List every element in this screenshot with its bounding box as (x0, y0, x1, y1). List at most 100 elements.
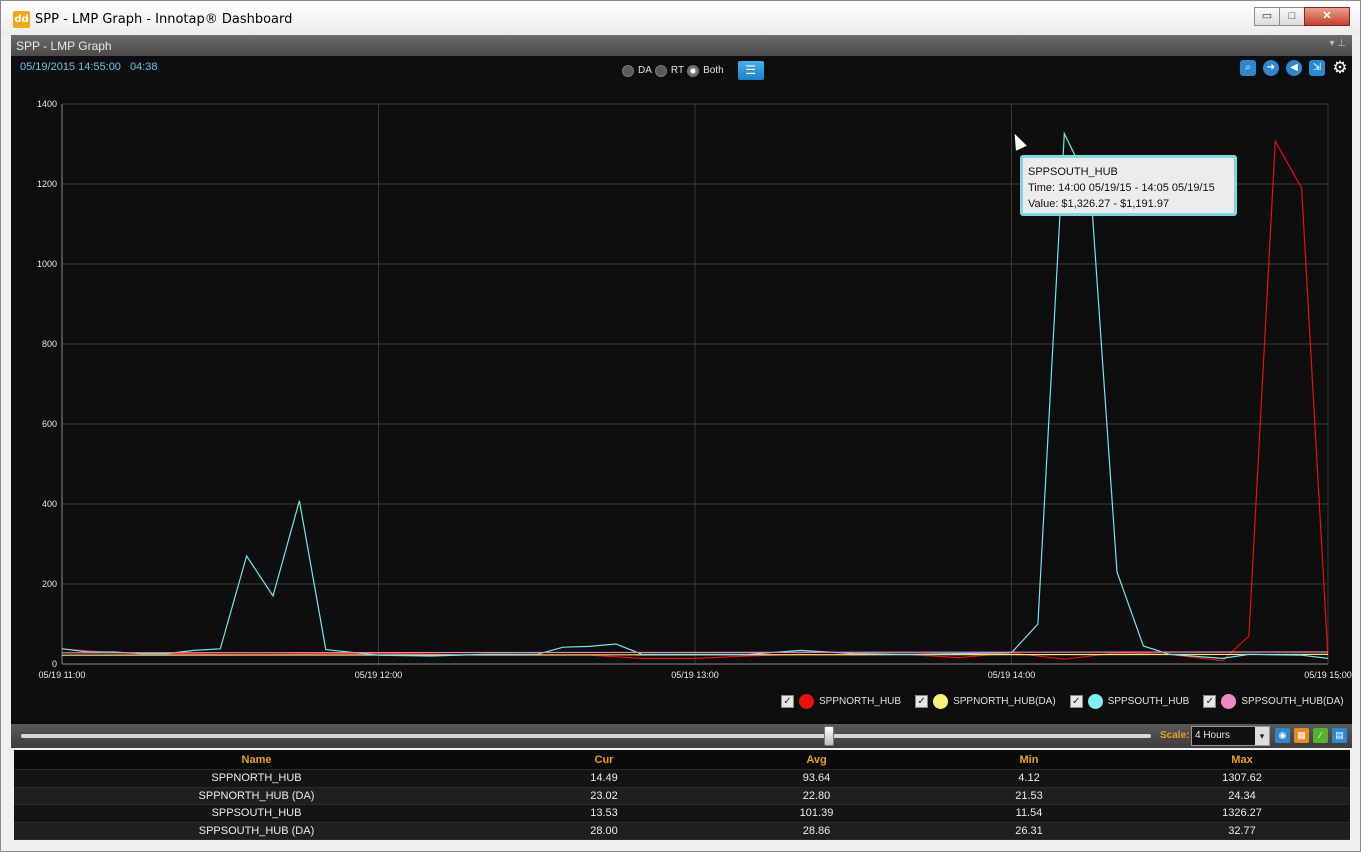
legend-item-sppsouth-hub-da[interactable]: ✓ SPPSOUTH_HUB(DA) (1203, 694, 1344, 709)
cell-min: 26.31 (1015, 825, 1043, 838)
tooltip-time: Time: 14:00 05/19/15 - 14:05 05/19/15 (1028, 182, 1215, 194)
y-tick-label: 800 (42, 339, 57, 349)
column-header-cur[interactable]: Cur (499, 754, 709, 766)
refresh-countdown: 04:38 (130, 61, 158, 73)
cell-max: 1326.27 (1222, 807, 1262, 820)
cell-avg: 28.86 (802, 825, 831, 838)
toolbar: ⌕ ➜ ◀ ⇲ ⚙ (1233, 59, 1348, 76)
table-header: Name Cur Avg Min Max (14, 750, 1350, 770)
app-logo-icon: dd (13, 11, 30, 28)
cell-cur: 13.53 (590, 807, 618, 820)
panel-icon[interactable]: ▤ (1332, 728, 1347, 743)
current-datetime: 05/19/2015 14:55:00 (20, 61, 121, 73)
arrow-right-icon[interactable]: ➜ (1263, 60, 1279, 76)
column-header-max[interactable]: Max (1134, 754, 1350, 766)
x-tick-label: 05/19 14:00 (988, 670, 1036, 680)
y-tick-label: 1200 (37, 179, 57, 189)
scale-selected-value: 4 Hours (1195, 730, 1231, 741)
x-tick-label: 05/19 12:00 (355, 670, 403, 680)
legend-label: SPPNORTH_HUB(DA) (953, 696, 1056, 707)
chevron-down-icon[interactable]: ▾ (1255, 727, 1269, 745)
tooltip-value: Value: $1,326.27 - $1,191.97 (1028, 198, 1170, 210)
app-window: dd SPP - LMP Graph - Innotap® Dashboard … (0, 0, 1361, 852)
cell-name: SPPSOUTH_HUB (211, 807, 302, 820)
legend-checkbox[interactable]: ✓ (1203, 695, 1217, 708)
legend-item-sppnorth-hub[interactable]: ✓ SPPNORTH_HUB (781, 694, 901, 709)
cell-cur: 23.02 (590, 789, 618, 802)
minimize-button[interactable]: ▭ (1254, 7, 1280, 26)
speaker-icon[interactable]: ◀ (1286, 60, 1302, 76)
cell-min: 11.54 (1015, 807, 1043, 820)
mode-rt-label: RT (670, 65, 685, 76)
legend-swatch (933, 694, 949, 709)
grid-icon[interactable]: ▦ (1294, 728, 1309, 743)
view-icon[interactable]: ◉ (1275, 728, 1290, 743)
cell-name: SPPNORTH_HUB (DA) (198, 789, 315, 802)
legend-swatch (799, 694, 814, 709)
scale-bar: Scale: 4 Hours ▾ ◉ ▦ ∕ ▤ (11, 724, 1352, 748)
column-header-name[interactable]: Name (14, 754, 499, 766)
legend-swatch (1221, 694, 1237, 709)
close-button[interactable]: ✕ (1304, 7, 1350, 26)
panel-pin-icon[interactable]: ▾ ⊥ (1329, 38, 1346, 49)
mode-selector: DA RT Both ☰ (619, 61, 764, 80)
y-tick-label: 200 (42, 579, 57, 589)
panel-header: SPP - LMP Graph ▾ ⊥ (11, 35, 1352, 56)
mode-rt-radio[interactable] (654, 64, 667, 77)
window-title: SPP - LMP Graph - Innotap® Dashboard (35, 12, 293, 27)
timestamp: 05/19/2015 14:55:00 04:38 (20, 61, 164, 73)
mode-da-label: DA (638, 65, 652, 76)
legend-label: SPPSOUTH_HUB(DA) (1241, 696, 1344, 707)
cell-min: 21.53 (1015, 789, 1043, 802)
x-tick-label: 05/19 13:00 (671, 670, 719, 680)
y-tick-label: 1000 (37, 259, 57, 269)
legend-checkbox[interactable]: ✓ (1069, 695, 1083, 708)
cell-avg: 101.39 (799, 807, 834, 820)
cell-name: SPPNORTH_HUB (211, 772, 302, 785)
y-tick-label: 0 (52, 659, 57, 669)
legend-label: SPPNORTH_HUB (819, 696, 902, 707)
chart-legend: ✓ SPPNORTH_HUB ✓ SPPNORTH_HUB(DA) ✓ SPPS… (781, 694, 1358, 709)
maximize-button[interactable]: □ (1279, 7, 1305, 26)
gear-icon[interactable]: ⚙ (1332, 59, 1348, 76)
table-row[interactable]: SPPNORTH_HUB (DA) 23.02 22.80 21.53 24.3… (14, 787, 1350, 806)
cell-cur: 14.49 (590, 772, 618, 785)
cell-max: 1307.62 (1222, 772, 1262, 785)
table-row[interactable]: SPPSOUTH_HUB (DA) 28.00 28.86 26.31 32.7… (14, 822, 1350, 841)
legend-item-sppsouth-hub[interactable]: ✓ SPPSOUTH_HUB (1069, 694, 1190, 709)
scale-dropdown[interactable]: 4 Hours ▾ (1191, 726, 1270, 746)
time-slider-thumb[interactable] (824, 726, 834, 746)
table-row[interactable]: SPPNORTH_HUB 14.49 93.64 4.12 1307.62 (14, 770, 1350, 788)
table-row[interactable]: SPPSOUTH_HUB 13.53 101.39 11.54 1326.27 (14, 805, 1350, 823)
mode-both-label: Both (703, 65, 724, 76)
panel-title: SPP - LMP Graph (16, 39, 112, 53)
cell-avg: 93.64 (802, 772, 831, 785)
legend-item-sppnorth-hub-da[interactable]: ✓ SPPNORTH_HUB(DA) (915, 694, 1056, 709)
x-tick-label: 05/19 15:00 (1304, 670, 1352, 680)
search-icon[interactable]: ⌕ (1240, 60, 1256, 76)
cell-max: 24.34 (1228, 789, 1256, 802)
y-tick-label: 400 (42, 499, 57, 509)
scale-label: Scale: (1160, 730, 1190, 741)
cell-max: 32.77 (1228, 825, 1256, 838)
y-tick-label: 1400 (37, 99, 57, 109)
column-header-min[interactable]: Min (924, 754, 1134, 766)
chart-tooltip: SPPSOUTH_HUB Time: 14:00 05/19/15 - 14:0… (1020, 155, 1237, 216)
line-icon[interactable]: ∕ (1313, 728, 1328, 743)
x-tick-label: 05/19 11:00 (39, 670, 86, 680)
time-slider-track[interactable] (21, 734, 1151, 738)
column-header-avg[interactable]: Avg (709, 754, 924, 766)
mode-both-radio[interactable] (687, 64, 700, 77)
mode-da-radio[interactable] (622, 64, 634, 77)
legend-swatch (1087, 694, 1103, 709)
y-tick-label: 600 (42, 419, 57, 429)
cell-name: SPPSOUTH_HUB (DA) (198, 825, 315, 838)
legend-label: SPPSOUTH_HUB (1107, 696, 1190, 707)
list-view-button[interactable]: ☰ (737, 61, 764, 80)
window-controls: ▭ □ ✕ (1254, 7, 1350, 26)
cell-cur: 28.00 (590, 825, 618, 838)
title-bar[interactable]: dd SPP - LMP Graph - Innotap® Dashboard … (1, 1, 1360, 35)
export-icon[interactable]: ⇲ (1309, 60, 1325, 76)
legend-checkbox[interactable]: ✓ (915, 695, 929, 708)
legend-checkbox[interactable]: ✓ (781, 695, 794, 708)
